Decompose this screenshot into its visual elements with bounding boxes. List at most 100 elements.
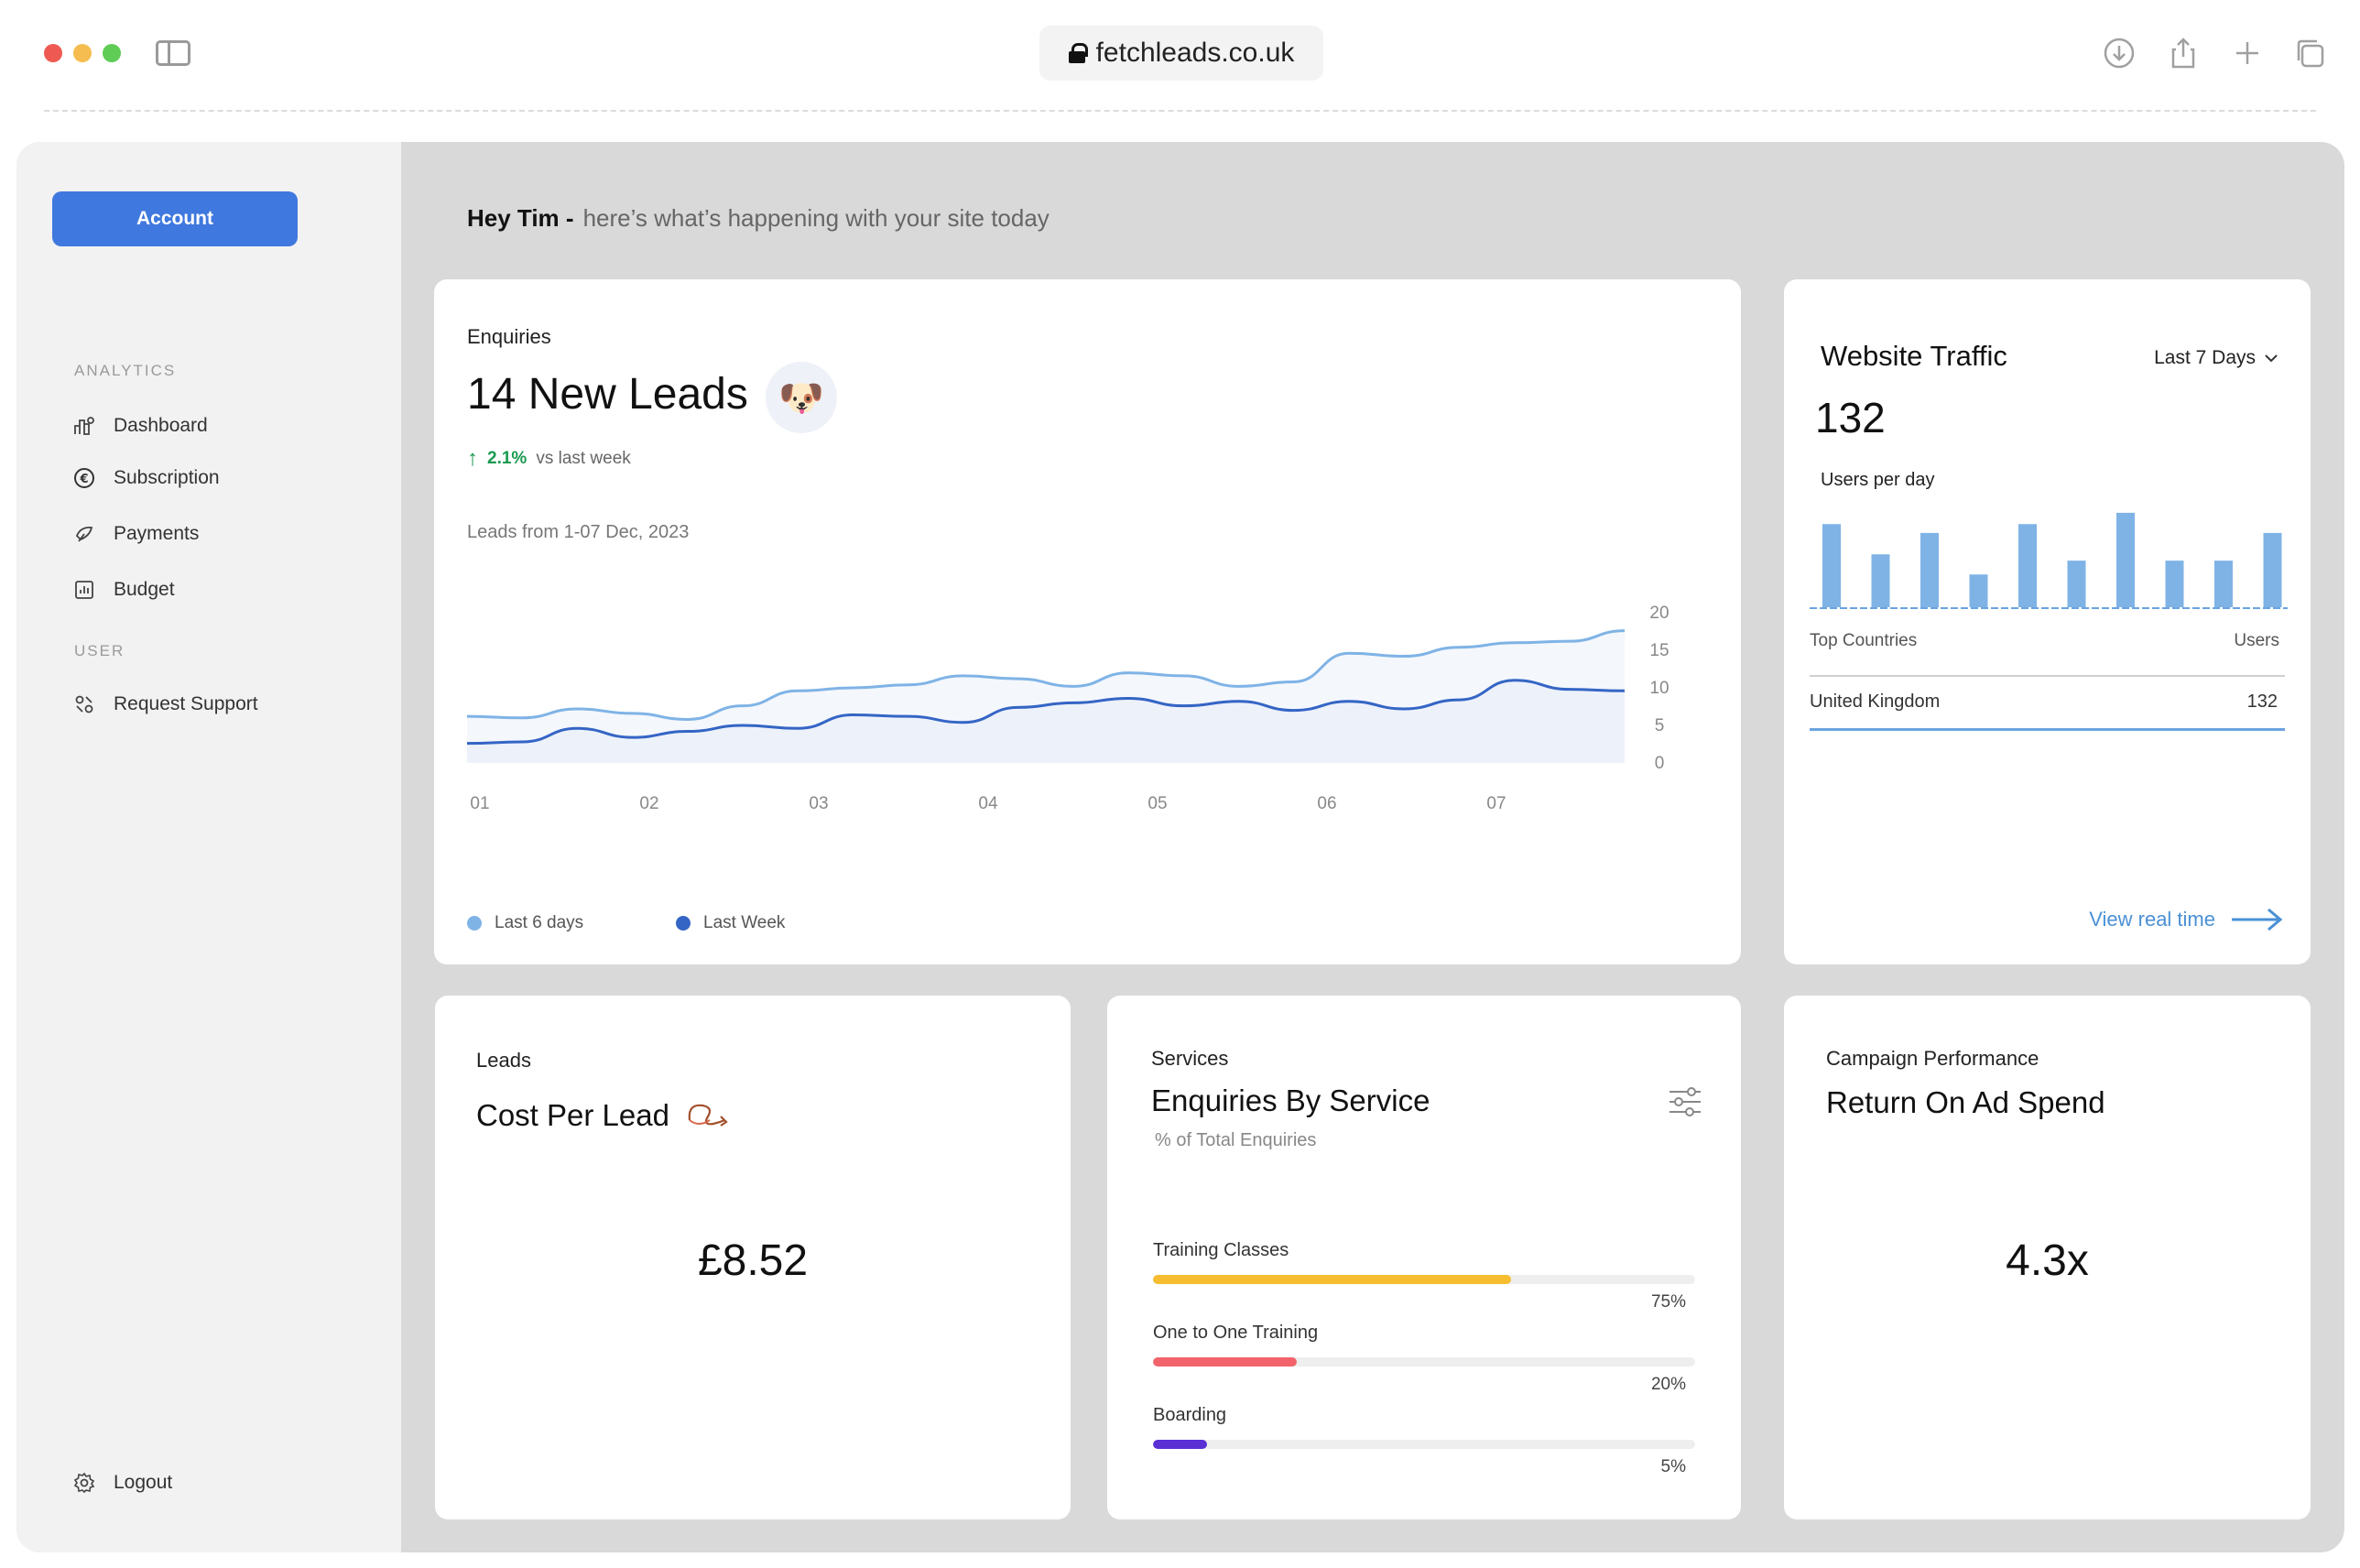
- arrow-right-icon: [2232, 908, 2283, 931]
- browser-chrome: fetchleads.co.uk: [0, 0, 2360, 112]
- traffic-bar: [2165, 561, 2184, 607]
- leash-icon: [688, 1104, 728, 1127]
- url-text: fetchleads.co.uk: [1095, 38, 1295, 68]
- progress-fill-one-to-one: [1153, 1357, 1297, 1367]
- support-icon: [75, 695, 93, 713]
- cost-per-lead-card: Leads Cost Per Lead £8.52: [435, 996, 1071, 1519]
- x-tick-label: 04: [978, 794, 998, 813]
- greeting-message: here’s what’s happening with your site t…: [582, 204, 1049, 232]
- traffic-bar: [1920, 532, 1939, 607]
- service-label-boarding: Boarding: [1153, 1405, 1227, 1425]
- countries-table-header: Top Countries Users: [1810, 631, 2279, 651]
- service-pct-boarding: 5%: [1660, 1457, 1686, 1476]
- x-tick-label: 03: [809, 794, 828, 813]
- roas-title: Return On Ad Spend: [1826, 1085, 2105, 1119]
- minimize-window-button[interactable]: [73, 44, 92, 62]
- cpl-label: Leads: [476, 1049, 531, 1072]
- account-button[interactable]: Account: [52, 191, 298, 246]
- y-tick-label: 5: [1655, 716, 1665, 735]
- sidebar-item-label: Dashboard: [114, 415, 208, 436]
- sidebar-item-dashboard[interactable]: Dashboard: [73, 415, 208, 437]
- table-row: United Kingdom 132: [1810, 691, 2278, 713]
- traffic-value: 132: [1815, 394, 1886, 441]
- x-tick-label: 01: [470, 794, 489, 813]
- progress-track: [1153, 1357, 1695, 1367]
- return-on-ad-spend-card: Campaign Performance Return On Ad Spend …: [1784, 996, 2311, 1519]
- traffic-subtitle: Users per day: [1821, 470, 1935, 490]
- services-label: Services: [1151, 1047, 1229, 1070]
- sidebar-item-payments[interactable]: Payments: [73, 523, 199, 545]
- traffic-bar: [2018, 524, 2037, 607]
- chrome-divider: [44, 110, 2316, 112]
- roas-value: 4.3x: [2006, 1236, 2089, 1285]
- service-pct-training-classes: 75%: [1650, 1292, 1686, 1312]
- traffic-bar: [2263, 532, 2282, 607]
- traffic-bar-chart: [1810, 512, 2288, 609]
- legend-item-last-week: Last Week: [676, 913, 785, 933]
- traffic-bar: [1969, 574, 1988, 607]
- range-dropdown[interactable]: Last 7 Days: [2154, 347, 2278, 369]
- enquiries-card: Enquiries 14 New Leads 🐶 ↑ 2.1% vs last …: [434, 279, 1741, 964]
- maximize-window-button[interactable]: [103, 44, 121, 62]
- lock-icon: [1068, 43, 1088, 63]
- traffic-title: Website Traffic: [1821, 340, 2007, 372]
- service-pct-one-to-one: 20%: [1650, 1375, 1686, 1394]
- section-label-analytics: ANALYTICS: [74, 362, 177, 379]
- address-bar[interactable]: fetchleads.co.uk: [1039, 26, 1323, 81]
- sidebar-item-label: Budget: [114, 579, 175, 600]
- sidebar-toggle-icon[interactable]: [156, 40, 190, 66]
- new-tab-icon[interactable]: [2231, 37, 2264, 70]
- legend-label: Last Week: [703, 913, 786, 932]
- filter-sliders-icon[interactable]: [1668, 1087, 1702, 1116]
- leads-chart: 20 15 10 5 0 01 02 03 04 05 06 07: [466, 604, 1669, 813]
- x-tick-label: 02: [639, 794, 658, 813]
- cpl-value: £8.52: [697, 1236, 809, 1285]
- y-tick-label: 10: [1649, 679, 1669, 698]
- traffic-bar: [2214, 561, 2233, 607]
- enquiries-by-service-card: Services Enquiries By Service % of Total…: [1107, 996, 1741, 1519]
- greeting: Hey Tim - here’s what’s happening with yo…: [467, 204, 1049, 233]
- sidebar-item-budget[interactable]: Budget: [73, 579, 175, 601]
- y-tick-label: 0: [1655, 754, 1665, 773]
- col-country: Top Countries: [1810, 631, 1918, 650]
- roas-label: Campaign Performance: [1826, 1047, 2039, 1070]
- legend-dot: [676, 916, 691, 931]
- legend-dot: [467, 916, 482, 931]
- progress-fill-training-classes: [1153, 1275, 1511, 1284]
- gear-icon: [73, 1472, 95, 1494]
- sidebar-item-request-support[interactable]: Request Support: [73, 693, 258, 715]
- sidebar-item-subscription[interactable]: € Subscription: [73, 467, 220, 489]
- y-tick-label: 15: [1649, 641, 1669, 660]
- download-icon[interactable]: [2103, 37, 2136, 70]
- tabs-overview-icon[interactable]: [2293, 37, 2326, 70]
- col-users: Users: [2234, 631, 2279, 650]
- legend-item-last-6-days: Last 6 days: [467, 913, 583, 933]
- country-users: 132: [2246, 691, 2278, 712]
- range-value: Last 7 Days: [2154, 347, 2256, 368]
- services-subtitle: % of Total Enquiries: [1155, 1130, 1317, 1150]
- website-traffic-card: Website Traffic Last 7 Days 132 Users pe…: [1784, 279, 2311, 964]
- main-content: Hey Tim - here’s what’s happening with yo…: [401, 142, 2344, 1552]
- close-window-button[interactable]: [44, 44, 62, 62]
- view-real-time-link[interactable]: View real time: [2089, 906, 2283, 933]
- legend-label: Last 6 days: [495, 913, 584, 932]
- traffic-bar: [1822, 524, 1841, 607]
- app-frame: Account ANALYTICS Dashboard € Subscripti…: [16, 142, 2344, 1552]
- progress-track: [1153, 1275, 1695, 1284]
- progress-track: [1153, 1440, 1695, 1449]
- share-icon[interactable]: [2167, 37, 2200, 70]
- sidebar-item-label: Subscription: [114, 467, 220, 488]
- table-row-underline: [1810, 728, 2285, 731]
- view-real-time-label: View real time: [2089, 908, 2215, 931]
- payments-icon: [75, 527, 93, 542]
- logout-button[interactable]: Logout: [73, 1472, 172, 1494]
- progress-fill-boarding: [1153, 1440, 1208, 1449]
- traffic-bar: [1871, 554, 1890, 607]
- logout-label: Logout: [114, 1472, 173, 1493]
- greeting-name: Hey Tim -: [467, 204, 574, 232]
- traffic-bar: [2116, 512, 2135, 607]
- budget-icon: [75, 581, 93, 599]
- service-label-one-to-one: One to One Training: [1153, 1323, 1319, 1343]
- services-title: Enquiries By Service: [1151, 1083, 1430, 1117]
- sidebar-item-label: Payments: [114, 523, 200, 544]
